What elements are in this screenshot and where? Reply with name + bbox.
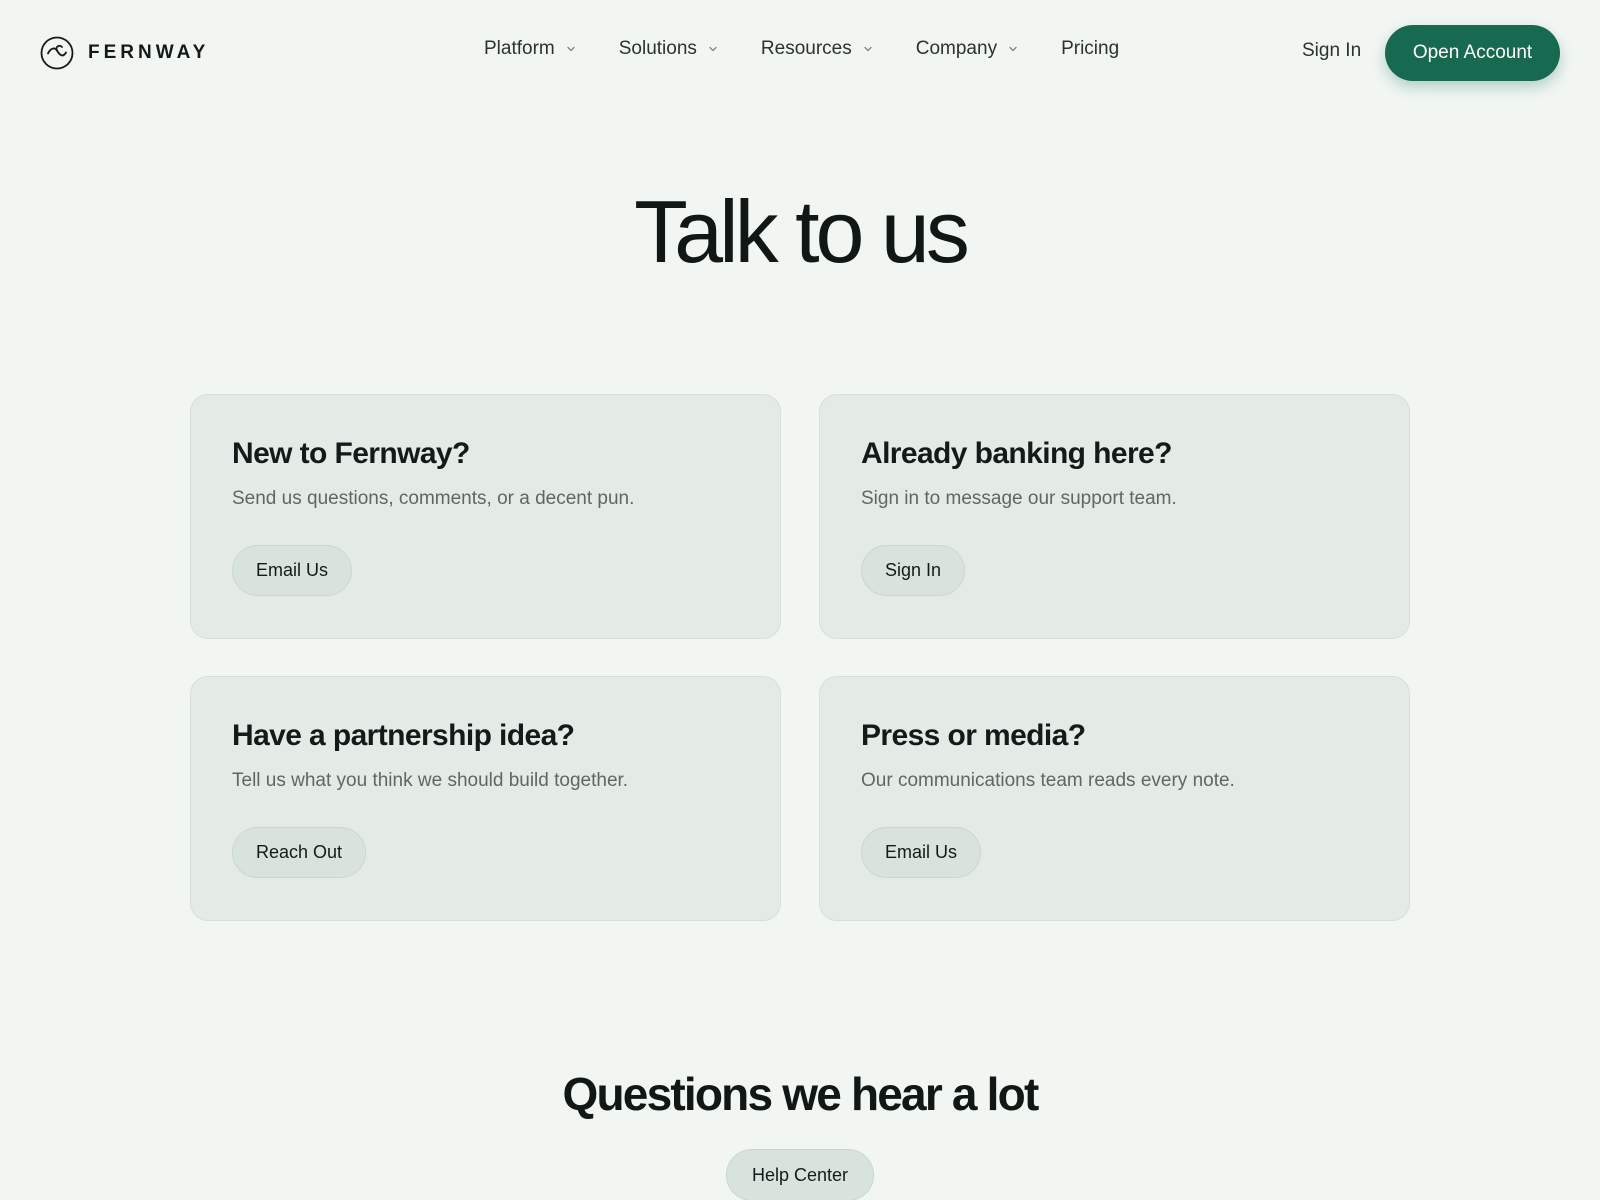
card-description: Tell us what you think we should build t… (232, 770, 629, 791)
open-account-button[interactable]: Open Account (1385, 25, 1560, 81)
card-description: Send us questions, comments, or a decent… (232, 488, 635, 509)
brand-name: FERNWAY (88, 42, 210, 63)
card-title: Have a partnership idea? (232, 719, 575, 752)
faq-title: Questions we hear a lot (562, 1068, 1040, 1120)
contact-page: FERNWAY Platform Solutions Resources Com… (0, 0, 1600, 1200)
contact-card-new-customer: New to Fernway? Send us questions, comme… (190, 394, 781, 639)
site-header: FERNWAY Platform Solutions Resources Com… (0, 0, 1600, 106)
page-title: Talk to us (634, 182, 970, 281)
nav-item-label: Company (915, 38, 998, 59)
card-title: Press or media? (861, 719, 1086, 752)
main-nav: Platform Solutions Resources Company Pri… (484, 38, 1119, 60)
card-title: New to Fernway? (232, 437, 470, 470)
email-us-button[interactable]: Email Us (232, 545, 353, 596)
contact-card-partnership: Have a partnership idea? Tell us what yo… (190, 676, 781, 921)
nav-item-label: Solutions (618, 38, 697, 59)
chevron-down-icon (709, 46, 717, 52)
chevron-down-icon (567, 46, 575, 52)
nav-item-platform[interactable]: Platform (484, 38, 577, 60)
nav-item-label: Pricing (1061, 38, 1120, 59)
nav-item-solutions[interactable]: Solutions (619, 38, 719, 60)
nav-item-label: Resources (760, 38, 852, 59)
nav-item-label: Platform (484, 38, 555, 59)
card-title: Already banking here? (861, 437, 1172, 470)
card-description: Our communications team reads every note… (861, 770, 1235, 791)
reach-out-button[interactable]: Reach Out (232, 827, 367, 878)
spiral-logo-icon (40, 36, 74, 70)
brand-home-link[interactable]: FERNWAY (40, 36, 209, 70)
contact-card-press: Press or media? Our communications team … (819, 676, 1410, 921)
sign-in-button[interactable]: Sign In (861, 545, 966, 596)
contact-card-existing-customer: Already banking here? Sign in to message… (819, 394, 1410, 639)
sign-in-link[interactable]: Sign In (1302, 40, 1361, 62)
chevron-down-icon (1009, 46, 1017, 52)
chevron-down-icon (864, 46, 872, 52)
help-center-button[interactable]: Help Center (726, 1149, 874, 1200)
nav-item-pricing[interactable]: Pricing (1061, 38, 1119, 60)
press-email-us-button[interactable]: Email Us (861, 827, 982, 878)
card-description: Sign in to message our support team. (861, 488, 1177, 509)
nav-item-company[interactable]: Company (916, 38, 1019, 60)
nav-item-resources[interactable]: Resources (761, 38, 874, 60)
